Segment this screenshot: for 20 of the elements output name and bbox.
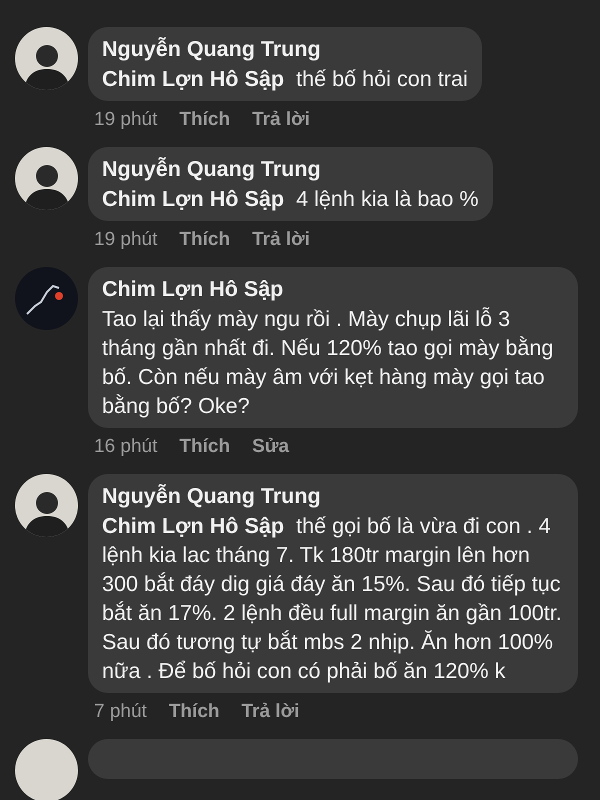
comment-time: 16 phút [94, 436, 158, 458]
comment-action-link[interactable]: Thích [179, 436, 230, 458]
comment-action-link[interactable]: Thích [179, 229, 230, 251]
comment-action-link[interactable]: Sửa [252, 436, 290, 458]
comment-time: 19 phút [94, 229, 158, 251]
comment-time: 7 phút [94, 701, 147, 723]
comment-action-link[interactable]: Trả lời [242, 701, 300, 723]
author-name[interactable]: Nguyễn Quang Trung [102, 482, 564, 511]
comment-text: Chim Lợn Hô Sập thế bố hỏi con trai [102, 65, 468, 93]
comment-time: 19 phút [94, 109, 158, 131]
author-name[interactable]: Chim Lợn Hô Sập [102, 275, 564, 304]
comment-text: Chim Lợn Hô Sập 4 lệnh kia là bao % [102, 185, 479, 213]
comment-action-link[interactable]: Trả lời [252, 109, 310, 131]
comment-action-link[interactable]: Thích [179, 109, 230, 131]
author-name[interactable]: Nguyễn Quang Trung [102, 35, 468, 64]
comment-action-link[interactable]: Trả lời [252, 229, 310, 251]
comment-action-link[interactable]: Thích [168, 701, 220, 723]
comment-text: Chim Lợn Hô Sập thế gọi bố là vừa đi con . 4 lệnh kia lac tháng 7. Tk 180tr margin lên hơn 300 bắt đáy dig giá đáy ăn 15%. Sau đó tiếp tục bắt ăn 17%. 2 lệnh đều full margin ăn gần 100tr. Sau đó tương tự bắt mbs 2 nhịp. Ăn hơn 100% nữa . Để bố hỏi con có phải bố ăn 120% k [102, 512, 563, 685]
comment-text: Tao lại thấy mày ngu rồi . Mày chụp lãi lỗ 3 tháng gần nhất đi. Nếu 120% tao gọi mày bằng bố. Còn nếu mày âm với kẹt hàng mày gọi tao bằng bố? Oke? [102, 305, 554, 420]
author-name[interactable]: Nguyễn Quang Trung [102, 155, 479, 184]
